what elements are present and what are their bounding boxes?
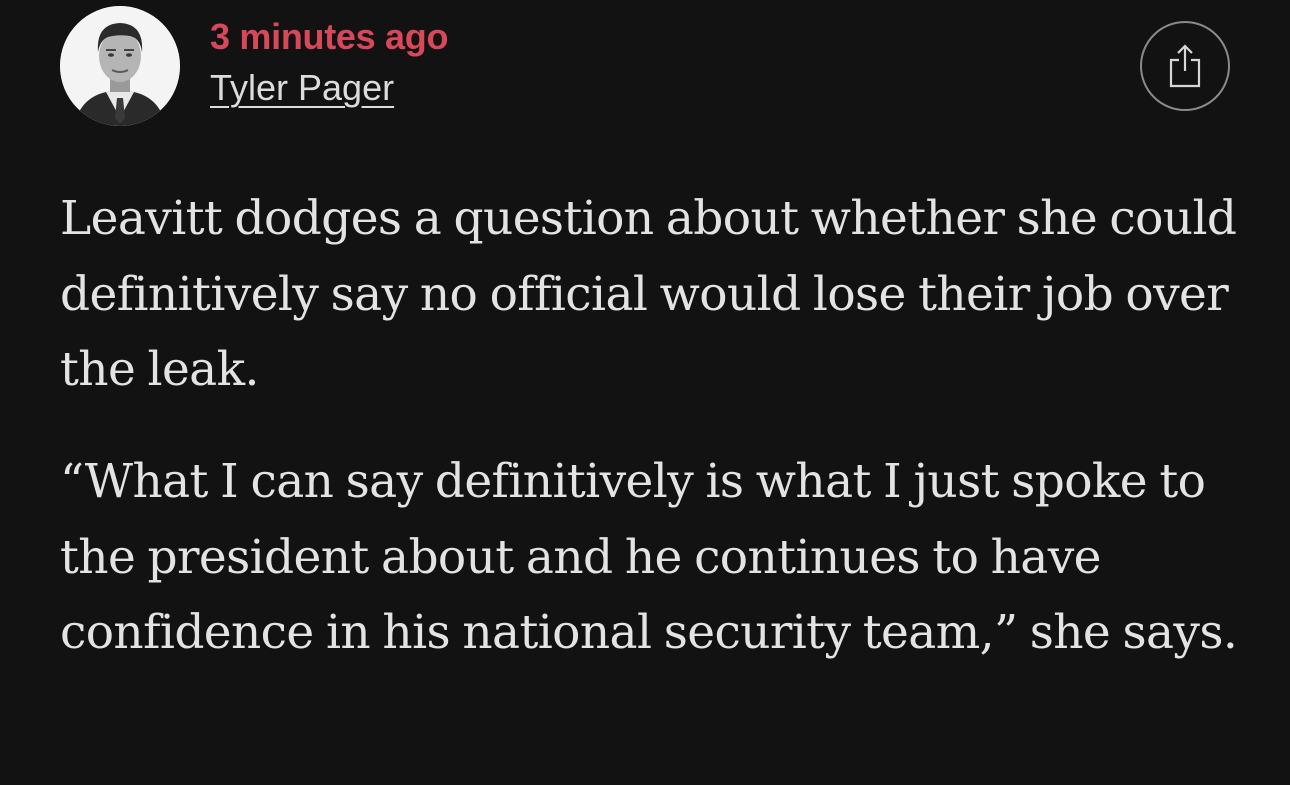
share-icon [1169, 44, 1201, 88]
post-paragraph-1: Leavitt dodges a question about whether … [60, 191, 1237, 397]
post-paragraph-2: “What I can say definitively is what I j… [60, 454, 1238, 660]
author-link[interactable]: Tyler Pager [210, 66, 394, 110]
share-button[interactable] [1140, 21, 1230, 111]
live-update-post: 3 minutes ago Tyler Pager Leavitt dodges… [0, 0, 1290, 785]
author-photo-icon [60, 6, 180, 126]
author-avatar[interactable] [60, 6, 180, 126]
post-timestamp: 3 minutes ago [210, 16, 449, 57]
